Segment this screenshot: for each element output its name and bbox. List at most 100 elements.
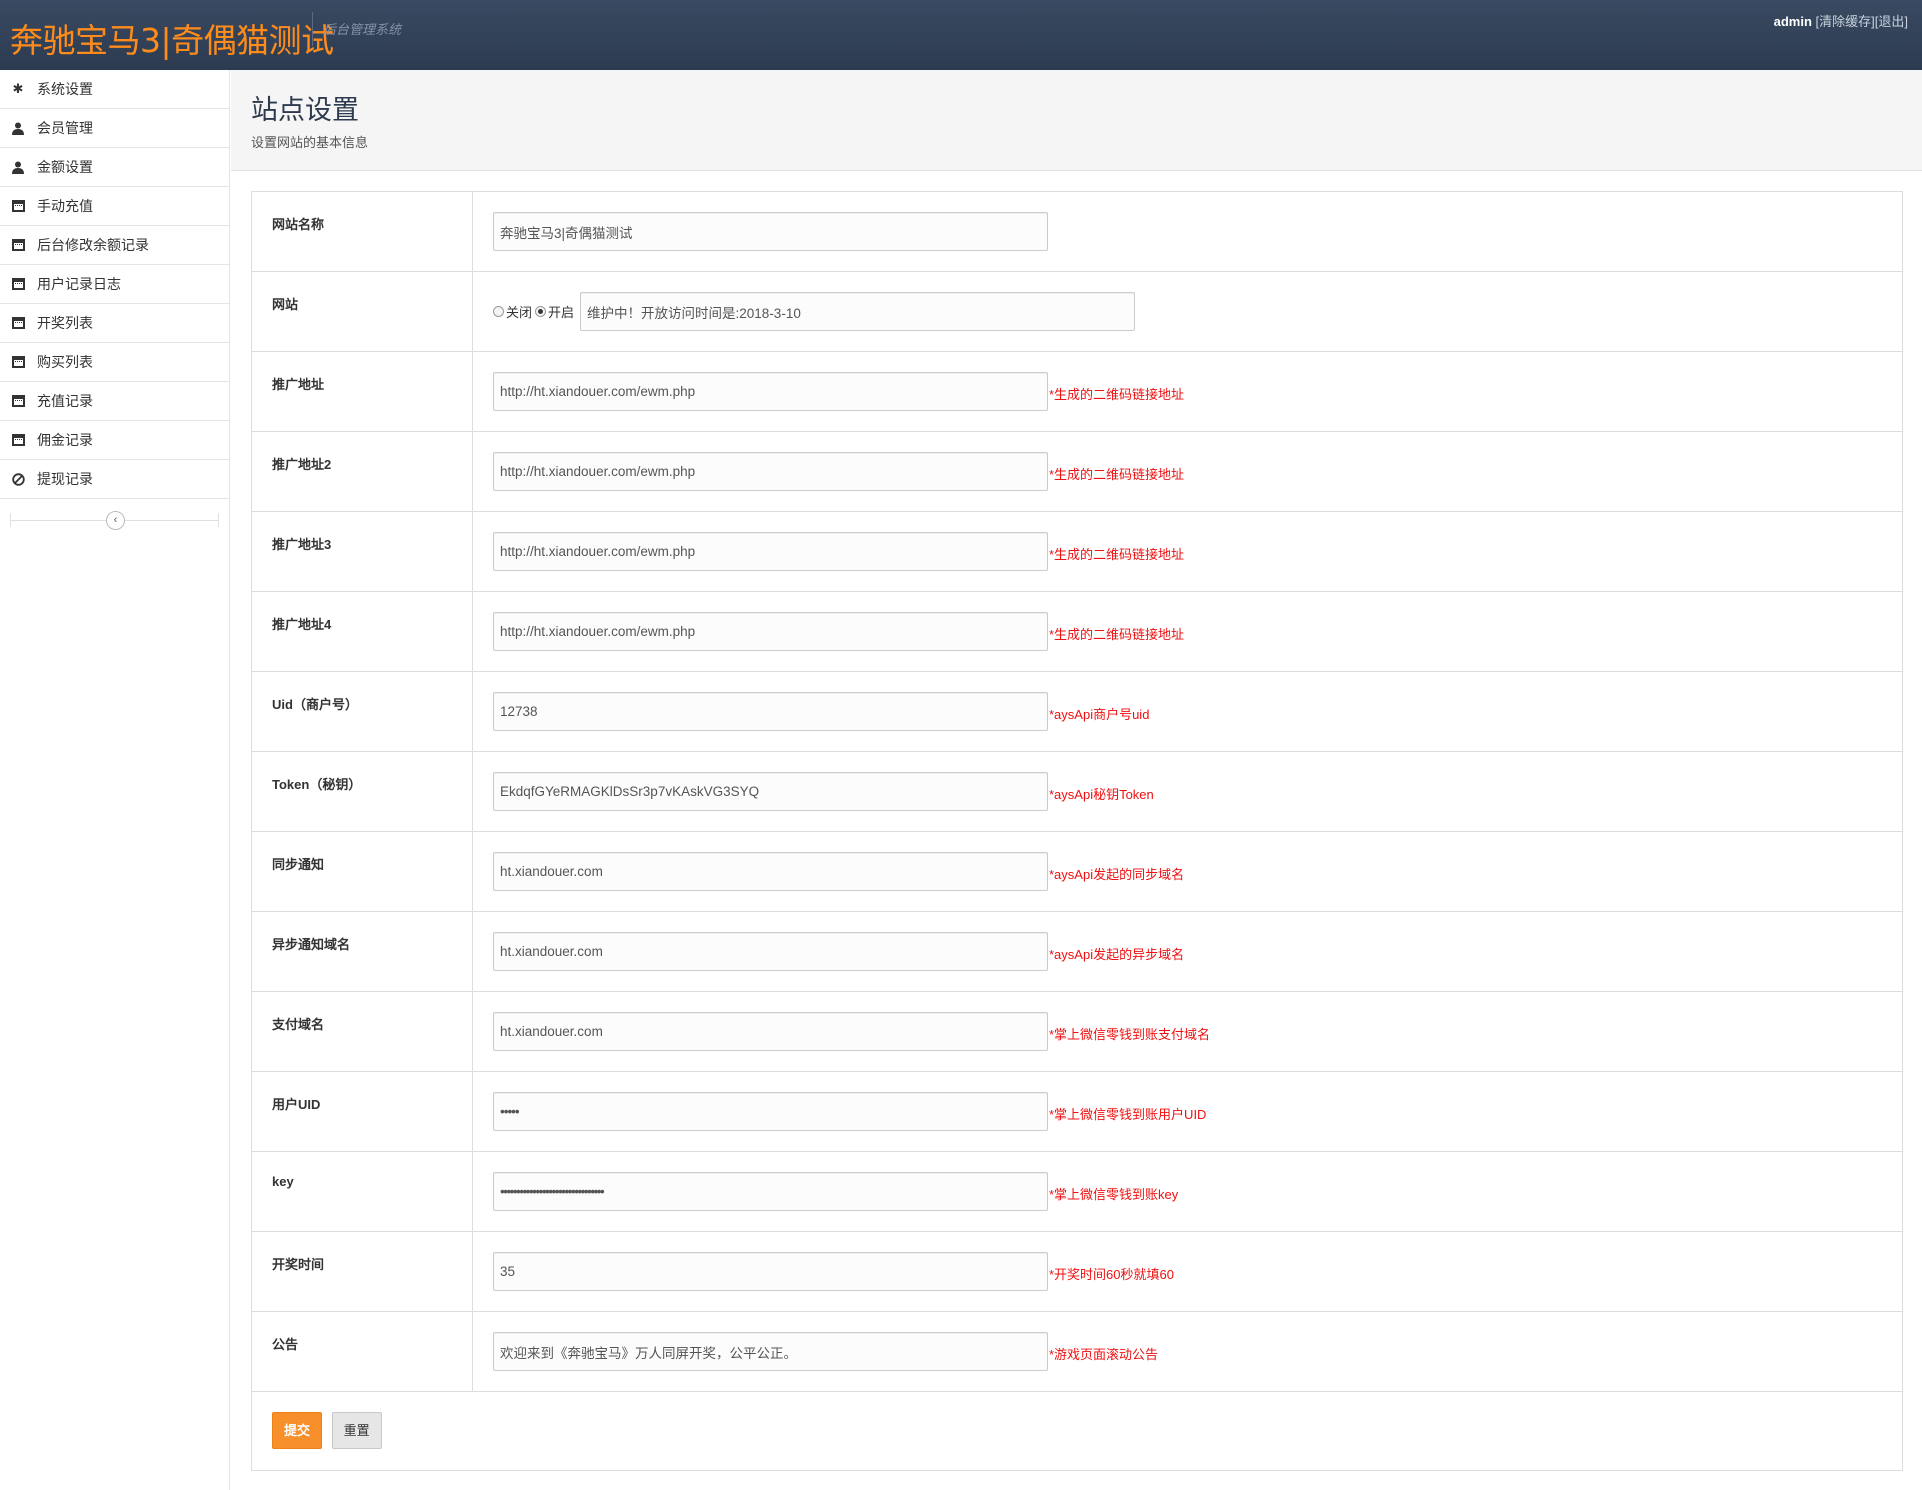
site-on-label: 开启 xyxy=(548,305,575,320)
field-hint: *aysApi商户号uid xyxy=(1049,707,1150,722)
clear-cache-link[interactable]: [清除缓存] xyxy=(1816,14,1875,29)
token-input[interactable] xyxy=(493,772,1048,811)
reset-button[interactable]: 重置 xyxy=(331,1412,382,1449)
page-subtitle: 设置网站的基本信息 xyxy=(251,135,369,150)
field-label: 支付域名 xyxy=(252,992,473,1071)
logout-link[interactable]: [退出] xyxy=(1875,14,1908,29)
field-label: 公告 xyxy=(252,1312,473,1391)
field-label: 用户UID xyxy=(252,1072,473,1151)
merchant-uid-input[interactable] xyxy=(493,692,1048,731)
sidebar-item-label: 系统设置 xyxy=(37,81,93,97)
async-notify-input[interactable] xyxy=(493,932,1048,971)
field-label: 同步通知 xyxy=(252,832,473,911)
field-hint: *掌上微信零钱到账key xyxy=(1049,1187,1179,1202)
form-row-promo-url-1: 推广地址 *生成的二维码链接地址 xyxy=(252,352,1902,432)
field-hint: *生成的二维码链接地址 xyxy=(1049,467,1185,482)
field-label: 推广地址 xyxy=(252,352,473,431)
brand-divider xyxy=(312,12,313,46)
sidebar-item-amount-settings[interactable]: 金额设置 xyxy=(0,148,229,187)
field-label: 开奖时间 xyxy=(252,1232,473,1311)
field-label: Uid（商户号） xyxy=(252,672,473,751)
field-label: 推广地址2 xyxy=(252,432,473,511)
sidebar-item-withdraw-records[interactable]: 提现记录 xyxy=(0,460,229,499)
form-row-user-uid: 用户UID *掌上微信零钱到账用户UID xyxy=(252,1072,1902,1152)
sidebar-item-label: 用户记录日志 xyxy=(37,276,121,292)
site-on-radio[interactable] xyxy=(535,306,547,317)
field-label: key xyxy=(252,1152,473,1231)
submit-button[interactable]: 提交 xyxy=(272,1412,322,1449)
sidebar-item-balance-log[interactable]: 后台修改余额记录 xyxy=(0,226,229,265)
sidebar-item-label: 充值记录 xyxy=(37,393,93,409)
pay-domain-input[interactable] xyxy=(493,1012,1048,1051)
field-hint: *生成的二维码链接地址 xyxy=(1049,547,1185,562)
key-password-input[interactable] xyxy=(493,1172,1048,1211)
sidebar-item-draw-list[interactable]: 开奖列表 xyxy=(0,304,229,343)
user-icon xyxy=(10,120,26,136)
form-row-uid: Uid（商户号） *aysApi商户号uid xyxy=(252,672,1902,752)
sidebar-item-members[interactable]: 会员管理 xyxy=(0,109,229,148)
calendar-icon xyxy=(10,315,26,331)
brand-title[interactable]: 奔驰宝马3|奇偶猫测试 xyxy=(10,14,334,62)
current-user: admin xyxy=(1773,14,1812,29)
field-label: 异步通知域名 xyxy=(252,912,473,991)
field-hint: *aysApi秘钥Token xyxy=(1049,787,1154,802)
calendar-icon xyxy=(10,276,26,292)
sidebar-item-label: 金额设置 xyxy=(37,159,93,175)
promo-url-4-input[interactable] xyxy=(493,612,1048,651)
field-hint: *生成的二维码链接地址 xyxy=(1049,387,1185,402)
field-hint: *aysApi发起的异步域名 xyxy=(1049,947,1185,962)
field-hint: *掌上微信零钱到账用户UID xyxy=(1049,1107,1207,1122)
sidebar-item-purchase-list[interactable]: 购买列表 xyxy=(0,343,229,382)
field-hint: *游戏页面滚动公告 xyxy=(1049,1347,1159,1362)
page-title: 站点设置 xyxy=(251,95,359,126)
user-icon xyxy=(10,159,26,175)
sidebar-item-system-settings[interactable]: ✱ 系统设置 xyxy=(0,70,229,109)
calendar-icon xyxy=(10,237,26,253)
site-name-input[interactable] xyxy=(493,212,1048,251)
promo-url-3-input[interactable] xyxy=(493,532,1048,571)
promo-url-1-input[interactable] xyxy=(493,372,1048,411)
calendar-icon xyxy=(10,198,26,214)
site-status-radio-group: 关闭 开启 xyxy=(493,292,577,331)
site-off-radio[interactable] xyxy=(493,306,504,317)
collapse-sidebar-icon[interactable]: ‹ xyxy=(106,511,125,530)
form-row-site-status: 网站 关闭 开启 xyxy=(252,272,1902,352)
calendar-icon xyxy=(10,354,26,370)
form-row-sync-notify: 同步通知 *aysApi发起的同步域名 xyxy=(252,832,1902,912)
form-row-async-notify: 异步通知域名 *aysApi发起的异步域名 xyxy=(252,912,1902,992)
calendar-icon xyxy=(10,432,26,448)
sidebar-item-label: 会员管理 xyxy=(37,120,93,136)
draw-time-input[interactable] xyxy=(493,1252,1048,1291)
sidebar-item-user-log[interactable]: 用户记录日志 xyxy=(0,265,229,304)
form-row-token: Token（秘钥） *aysApi秘钥Token xyxy=(252,752,1902,832)
brand-subtitle: 后台管理系统 xyxy=(323,22,402,37)
field-label: 推广地址3 xyxy=(252,512,473,591)
form-actions: 提交 重置 xyxy=(252,1392,1902,1470)
field-hint: *aysApi发起的同步域名 xyxy=(1049,867,1185,882)
form-row-promo-url-4: 推广地址4 *生成的二维码链接地址 xyxy=(252,592,1902,672)
sidebar-item-manual-recharge[interactable]: 手动充值 xyxy=(0,187,229,226)
field-label: 网站 xyxy=(252,272,473,351)
sidebar-item-label: 提现记录 xyxy=(37,471,93,487)
sidebar-item-label: 购买列表 xyxy=(37,354,93,370)
sidebar: ✱ 系统设置 会员管理 金额设置 手动充值 后台修改余额记录 用户记录日志 开奖… xyxy=(0,70,230,1490)
user-links: admin [清除缓存][退出] xyxy=(1774,11,1908,30)
form-row-draw-time: 开奖时间 *开奖时间60秒就填60 xyxy=(252,1232,1902,1312)
maintenance-message-input[interactable] xyxy=(580,292,1136,331)
form-row-key: key *掌上微信零钱到账key xyxy=(252,1152,1902,1232)
sidebar-item-recharge-records[interactable]: 充值记录 xyxy=(0,382,229,421)
sidebar-item-label: 开奖列表 xyxy=(37,315,93,331)
notice-input[interactable] xyxy=(493,1332,1048,1371)
top-navbar: 奔驰宝马3|奇偶猫测试 后台管理系统 admin [清除缓存][退出] xyxy=(0,0,1922,70)
promo-url-2-input[interactable] xyxy=(493,452,1048,491)
sync-notify-input[interactable] xyxy=(493,852,1048,891)
user-uid-password-input[interactable] xyxy=(493,1092,1048,1131)
field-hint: *生成的二维码链接地址 xyxy=(1049,627,1185,642)
form-row-promo-url-3: 推广地址3 *生成的二维码链接地址 xyxy=(252,512,1902,592)
site-off-label: 关闭 xyxy=(506,305,533,320)
site-settings-form: 网站名称 网站 关闭 开启 推广地址 *生成的二维码链接地址 推广地址2 *生成… xyxy=(251,191,1903,1471)
form-row-notice: 公告 *游戏页面滚动公告 xyxy=(252,1312,1902,1392)
page-header: 站点设置 设置网站的基本信息 xyxy=(231,70,1922,171)
field-hint: *开奖时间60秒就填60 xyxy=(1049,1267,1174,1282)
sidebar-item-commission-records[interactable]: 佣金记录 xyxy=(0,421,229,460)
